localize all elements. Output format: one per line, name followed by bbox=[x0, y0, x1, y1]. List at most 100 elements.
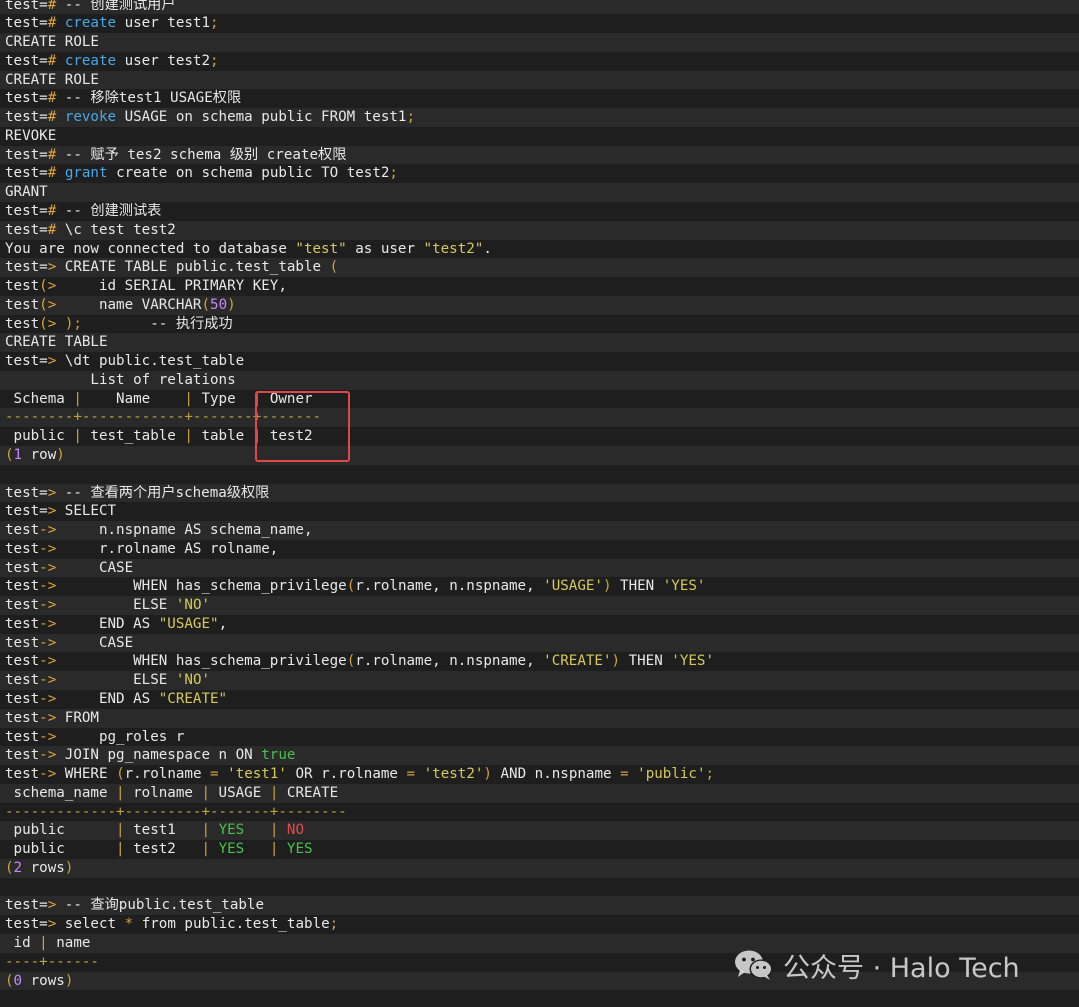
token-plain: \c test test2 bbox=[56, 221, 176, 238]
token-plain: REVOKE bbox=[5, 127, 57, 144]
token-prompt: test bbox=[5, 653, 40, 670]
token-sep: ( bbox=[116, 766, 125, 783]
terminal-line: test=# -- 创建测试用户 bbox=[0, 0, 1079, 15]
token-sep: | bbox=[116, 841, 125, 858]
terminal-line: test=> CREATE TABLE public.test_table ( bbox=[0, 258, 1079, 278]
token-plain: WHEN has_schema_privilege bbox=[56, 578, 347, 595]
token-prompt: test bbox=[5, 540, 40, 557]
token-sep: ) bbox=[64, 859, 74, 876]
terminal-line: test=> -- 查看两个用户schema级权限 bbox=[0, 483, 1079, 503]
token-plain: END AS bbox=[56, 690, 159, 707]
token-sep: ) bbox=[602, 578, 612, 595]
token-prompt: test bbox=[5, 766, 40, 783]
terminal-line: test=# create user test2; bbox=[0, 51, 1079, 71]
terminal-line: test=# -- 移除test1 USAGE权限 bbox=[0, 89, 1079, 109]
token-prompt: test bbox=[5, 278, 40, 295]
terminal-line: test=> SELECT bbox=[0, 502, 1079, 522]
token-sep: ( bbox=[346, 653, 356, 670]
token-str: "test2" bbox=[423, 240, 484, 257]
terminal-line: test-> CASE bbox=[0, 633, 1079, 653]
terminal-line: schema_name | rolname | USAGE | CREATE bbox=[0, 783, 1079, 803]
token-prompt: test bbox=[5, 634, 40, 651]
token-plain: -- 查询public.test_table bbox=[56, 897, 265, 914]
token-sep: = bbox=[620, 766, 629, 783]
token-op: # bbox=[47, 52, 57, 69]
token-plain: test1 bbox=[124, 822, 202, 839]
terminal-line: test-> ELSE 'NO' bbox=[0, 596, 1079, 615]
token-plain: name bbox=[47, 935, 91, 951]
token-op: # bbox=[47, 15, 57, 32]
terminal-line: public | test2 | YES | YES bbox=[0, 840, 1079, 859]
token-op: # bbox=[47, 90, 57, 107]
wechat-icon bbox=[735, 950, 773, 980]
token-prompt: test= bbox=[5, 15, 48, 32]
token-plain: USAGE on schema public FROM test1 bbox=[116, 109, 407, 126]
token-sep: ; bbox=[705, 766, 715, 783]
token-prompt: test= bbox=[5, 90, 48, 107]
token-kw: create bbox=[64, 15, 117, 32]
terminal-output[interactable]: test=# -- 创建测试用户 test=# create user test1… bbox=[0, 0, 1079, 1007]
token-sep: ) bbox=[483, 766, 492, 783]
token-sep: ; bbox=[389, 165, 398, 182]
token-sep: ( bbox=[5, 972, 14, 989]
token-plain: You are now connected to database bbox=[5, 240, 296, 257]
token-op: > bbox=[47, 916, 57, 933]
terminal-line: test-> WHEN has_schema_privilege(r.rolna… bbox=[0, 652, 1079, 672]
terminal-line: (2 rows) bbox=[0, 858, 1079, 878]
token-plain: public bbox=[5, 822, 117, 839]
terminal-line: test(> ); -- 执行成功 bbox=[0, 314, 1079, 334]
token-str: 'NO' bbox=[175, 597, 211, 614]
terminal-line bbox=[0, 464, 1079, 484]
token-dash: -------------+---------+-------+-------- bbox=[5, 803, 347, 820]
token-sep: ); bbox=[64, 315, 82, 332]
token-yes: true bbox=[261, 747, 296, 764]
token-plain: r.rolname bbox=[124, 766, 211, 783]
terminal-line: GRANT bbox=[0, 183, 1079, 202]
token-plain: table bbox=[192, 428, 253, 445]
terminal-line bbox=[0, 877, 1079, 897]
token-sep: ( bbox=[346, 578, 356, 595]
terminal-line: test=# -- 创建测试表 bbox=[0, 201, 1079, 221]
token-sep: ( bbox=[5, 859, 14, 876]
token-plain: ELSE bbox=[56, 672, 176, 689]
token-plain: Name bbox=[81, 390, 185, 407]
owner-highlight-box bbox=[255, 391, 350, 462]
token-prompt: test bbox=[5, 615, 40, 632]
token-plain: -- 移除test1 USAGE权限 bbox=[56, 90, 242, 107]
terminal-line: test-> pg_roles r bbox=[0, 727, 1079, 747]
token-sep: ; bbox=[329, 916, 339, 933]
token-sep: ( bbox=[201, 296, 211, 313]
token-plain: rows bbox=[22, 859, 65, 876]
terminal-line: REVOKE bbox=[0, 126, 1079, 146]
token-plain: -- 创建测试用户 bbox=[56, 0, 176, 13]
token-op: -> bbox=[39, 615, 57, 632]
terminal-line: public | test1 | YES | NO bbox=[0, 821, 1079, 841]
token-str: 'public' bbox=[637, 766, 706, 783]
token-plain: public bbox=[5, 428, 74, 445]
token-str: "test" bbox=[295, 240, 347, 257]
token-op: # bbox=[47, 221, 57, 238]
token-yes: YES bbox=[218, 822, 245, 839]
token-sep: | bbox=[73, 390, 82, 407]
terminal-line: test-> CASE bbox=[0, 558, 1079, 578]
token-plain: CASE bbox=[56, 634, 134, 651]
terminal-line: You are now connected to database "test"… bbox=[0, 239, 1079, 259]
token-sep: = bbox=[406, 766, 416, 783]
token-sep: | bbox=[201, 841, 211, 858]
token-op: -> bbox=[39, 709, 57, 726]
token-op: # bbox=[47, 165, 57, 182]
token-str: 'NO' bbox=[175, 672, 211, 689]
token-sep: | bbox=[39, 935, 48, 951]
terminal-line: -------------+---------+-------+-------- bbox=[0, 802, 1079, 822]
token-op: -> bbox=[39, 747, 57, 764]
token-str: 'YES' bbox=[662, 578, 706, 595]
token-plain: SELECT bbox=[56, 503, 117, 520]
terminal-line: List of relations bbox=[0, 370, 1079, 390]
token-prompt: test= bbox=[5, 221, 48, 238]
watermark-text: 公众号 · Halo Tech bbox=[783, 952, 1020, 984]
token-plain: List of relations bbox=[5, 371, 236, 388]
terminal-line: test=> -- 查询public.test_table bbox=[0, 896, 1079, 916]
token-plain: GRANT bbox=[5, 184, 48, 201]
